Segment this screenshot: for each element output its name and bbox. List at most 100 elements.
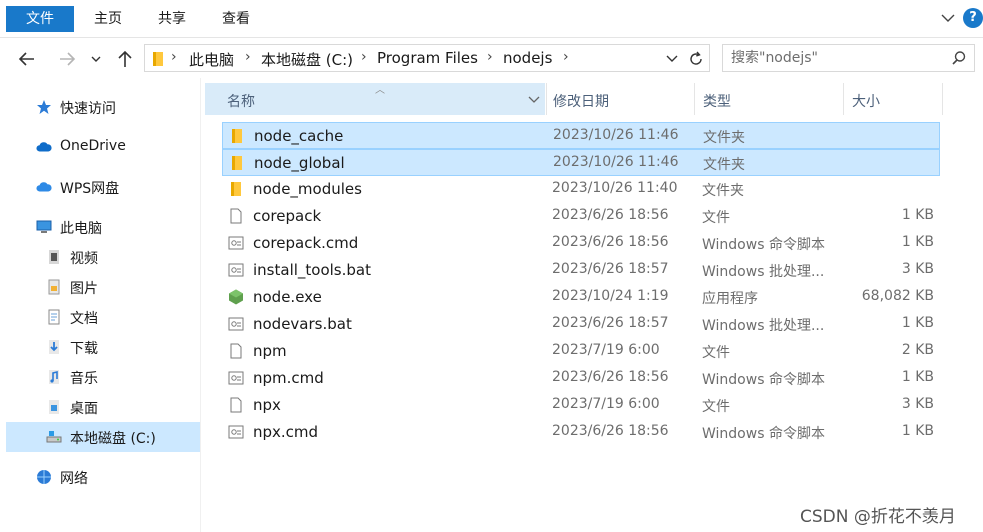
breadcrumb-nodejs[interactable]: nodejs [503,49,552,67]
address-history-chevron-icon[interactable] [665,51,679,65]
breadcrumb-separator[interactable]: › [245,49,251,65]
column-filter-chevron-icon[interactable] [527,92,541,106]
file-row[interactable]: nodevars.bat 2023/6/26 18:57 Windows 批处理..… [222,311,940,338]
breadcrumb-separator[interactable]: › [171,49,177,65]
tab-file[interactable]: 文件 [6,6,74,32]
file-name: npx [253,396,281,414]
breadcrumb-program-files[interactable]: Program Files [377,49,478,67]
column-header-size[interactable]: 大小 [843,83,943,115]
file-name: node.exe [253,288,322,306]
file-name: node_modules [253,180,362,198]
file-name: node_cache [254,127,344,145]
sort-ascending-icon: ︿ [375,85,385,96]
forward-arrow-icon[interactable] [56,48,78,70]
sidebar-item-wps-drive[interactable]: WPS网盘 [6,172,200,202]
sidebar-item-network[interactable]: 网络 [6,462,200,492]
file-type: Windows 命令脚本 [702,426,825,442]
tab-share[interactable]: 共享 [144,6,200,32]
file-row[interactable]: node.exe 2023/10/24 1:19 应用程序 68,082 KB [222,284,940,311]
recent-locations-chevron-icon[interactable] [88,48,104,70]
script-icon [228,424,244,440]
column-header-date[interactable]: 修改日期 [546,83,693,115]
file-modified-date: 2023/6/26 18:56 [552,423,669,439]
sidebar-item-this-pc[interactable]: 此电脑 [6,212,200,242]
file-size: 3 KB [901,396,934,412]
help-icon[interactable]: ? [963,8,983,28]
sidebar-item-label: OneDrive [60,138,126,154]
sidebar-item-documents[interactable]: 文档 [6,302,200,332]
file-row[interactable]: install_tools.bat 2023/6/26 18:57 Windows … [222,257,940,284]
file-name: node_global [254,154,345,172]
tab-home[interactable]: 主页 [80,6,136,32]
back-arrow-icon[interactable] [16,48,38,70]
file-type: 文件夹 [703,157,745,173]
script-icon [228,262,244,278]
breadcrumb-this-pc[interactable]: 此电脑 [189,49,234,70]
breadcrumb-separator[interactable]: › [563,49,569,65]
file-row[interactable]: node_cache 2023/10/26 11:46 文件夹 [222,122,940,149]
sidebar-item-quick-access[interactable]: 快速访问 [6,92,200,122]
up-arrow-icon[interactable] [114,48,136,70]
sidebar-item-label: 下载 [70,341,98,357]
column-header-type[interactable]: 类型 [694,83,842,115]
file-row[interactable]: npx.cmd 2023/6/26 18:56 Windows 命令脚本 1 KB [222,419,940,446]
refresh-icon[interactable] [687,50,705,68]
music-icon [49,370,59,384]
navigation-pane: 快速访问 OneDrive WPS网盘 此电脑 视频 图片 文档 下载 音乐 桌… [0,78,201,532]
sidebar-item-music[interactable]: 音乐 [6,362,200,392]
sidebar-item-onedrive[interactable]: OneDrive [6,132,200,162]
drive-icon [46,431,62,443]
tab-view[interactable]: 查看 [208,6,264,32]
image-icon [48,279,60,295]
address-bar[interactable]: › 此电脑 › 本地磁盘 (C:) › Program Files › node… [144,44,710,72]
file-row[interactable]: corepack 2023/6/26 18:56 文件 1 KB [222,203,940,230]
file-name: npm.cmd [253,369,324,387]
script-icon [228,370,244,386]
file-type: Windows 命令脚本 [702,372,825,388]
folder-icon [229,128,245,144]
sidebar-item-downloads[interactable]: 下载 [6,332,200,362]
folder-icon [153,52,163,66]
file-icon [228,208,244,224]
file-row[interactable]: node_modules 2023/10/26 11:40 文件夹 [222,176,940,203]
file-size: 1 KB [901,423,934,439]
file-row[interactable]: node_global 2023/10/26 11:46 文件夹 [222,149,940,176]
file-type: 文件 [702,399,730,415]
cloud-icon [36,142,52,152]
file-name: nodevars.bat [253,315,352,333]
sidebar-item-videos[interactable]: 视频 [6,242,200,272]
file-name: corepack.cmd [253,234,359,252]
file-name: npx.cmd [253,423,319,441]
file-row[interactable]: npm 2023/7/19 6:00 文件 2 KB [222,338,940,365]
file-modified-date: 2023/6/26 18:56 [552,369,669,385]
search-icon[interactable] [951,50,967,66]
file-size: 1 KB [901,369,934,385]
search-input[interactable] [731,48,941,68]
file-modified-date: 2023/7/19 6:00 [552,396,660,412]
sidebar-item-desktop[interactable]: 桌面 [6,392,200,422]
breadcrumb-separator[interactable]: › [361,49,367,65]
sidebar-item-local-disk-c[interactable]: 本地磁盘 (C:) [6,422,200,452]
file-row[interactable]: npm.cmd 2023/6/26 18:56 Windows 命令脚本 1 KB [222,365,940,392]
search-box[interactable] [722,44,975,72]
sidebar-item-label: 音乐 [70,371,98,387]
breadcrumb-separator[interactable]: › [487,49,493,65]
sidebar-item-pictures[interactable]: 图片 [6,272,200,302]
file-modified-date: 2023/6/26 18:56 [552,207,669,223]
file-name: install_tools.bat [253,261,371,279]
file-row[interactable]: corepack.cmd 2023/6/26 18:56 Windows 命令脚本 1… [222,230,940,257]
column-header-name[interactable]: ︿ 名称 [205,83,545,115]
column-header-label: 类型 [703,94,731,110]
script-icon [228,316,244,332]
breadcrumb-local-disk[interactable]: 本地磁盘 (C:) [261,49,353,70]
file-modified-date: 2023/10/26 11:46 [553,154,679,170]
video-icon [49,250,59,264]
file-row[interactable]: npx 2023/7/19 6:00 文件 3 KB [222,392,940,419]
folder-icon [228,181,244,197]
chevron-down-icon[interactable] [940,10,956,26]
sidebar-item-label: 本地磁盘 (C:) [70,431,156,447]
desktop-icon [49,400,59,414]
sidebar-item-label: 桌面 [70,401,98,417]
document-icon [48,309,60,325]
file-size: 2 KB [901,342,934,358]
